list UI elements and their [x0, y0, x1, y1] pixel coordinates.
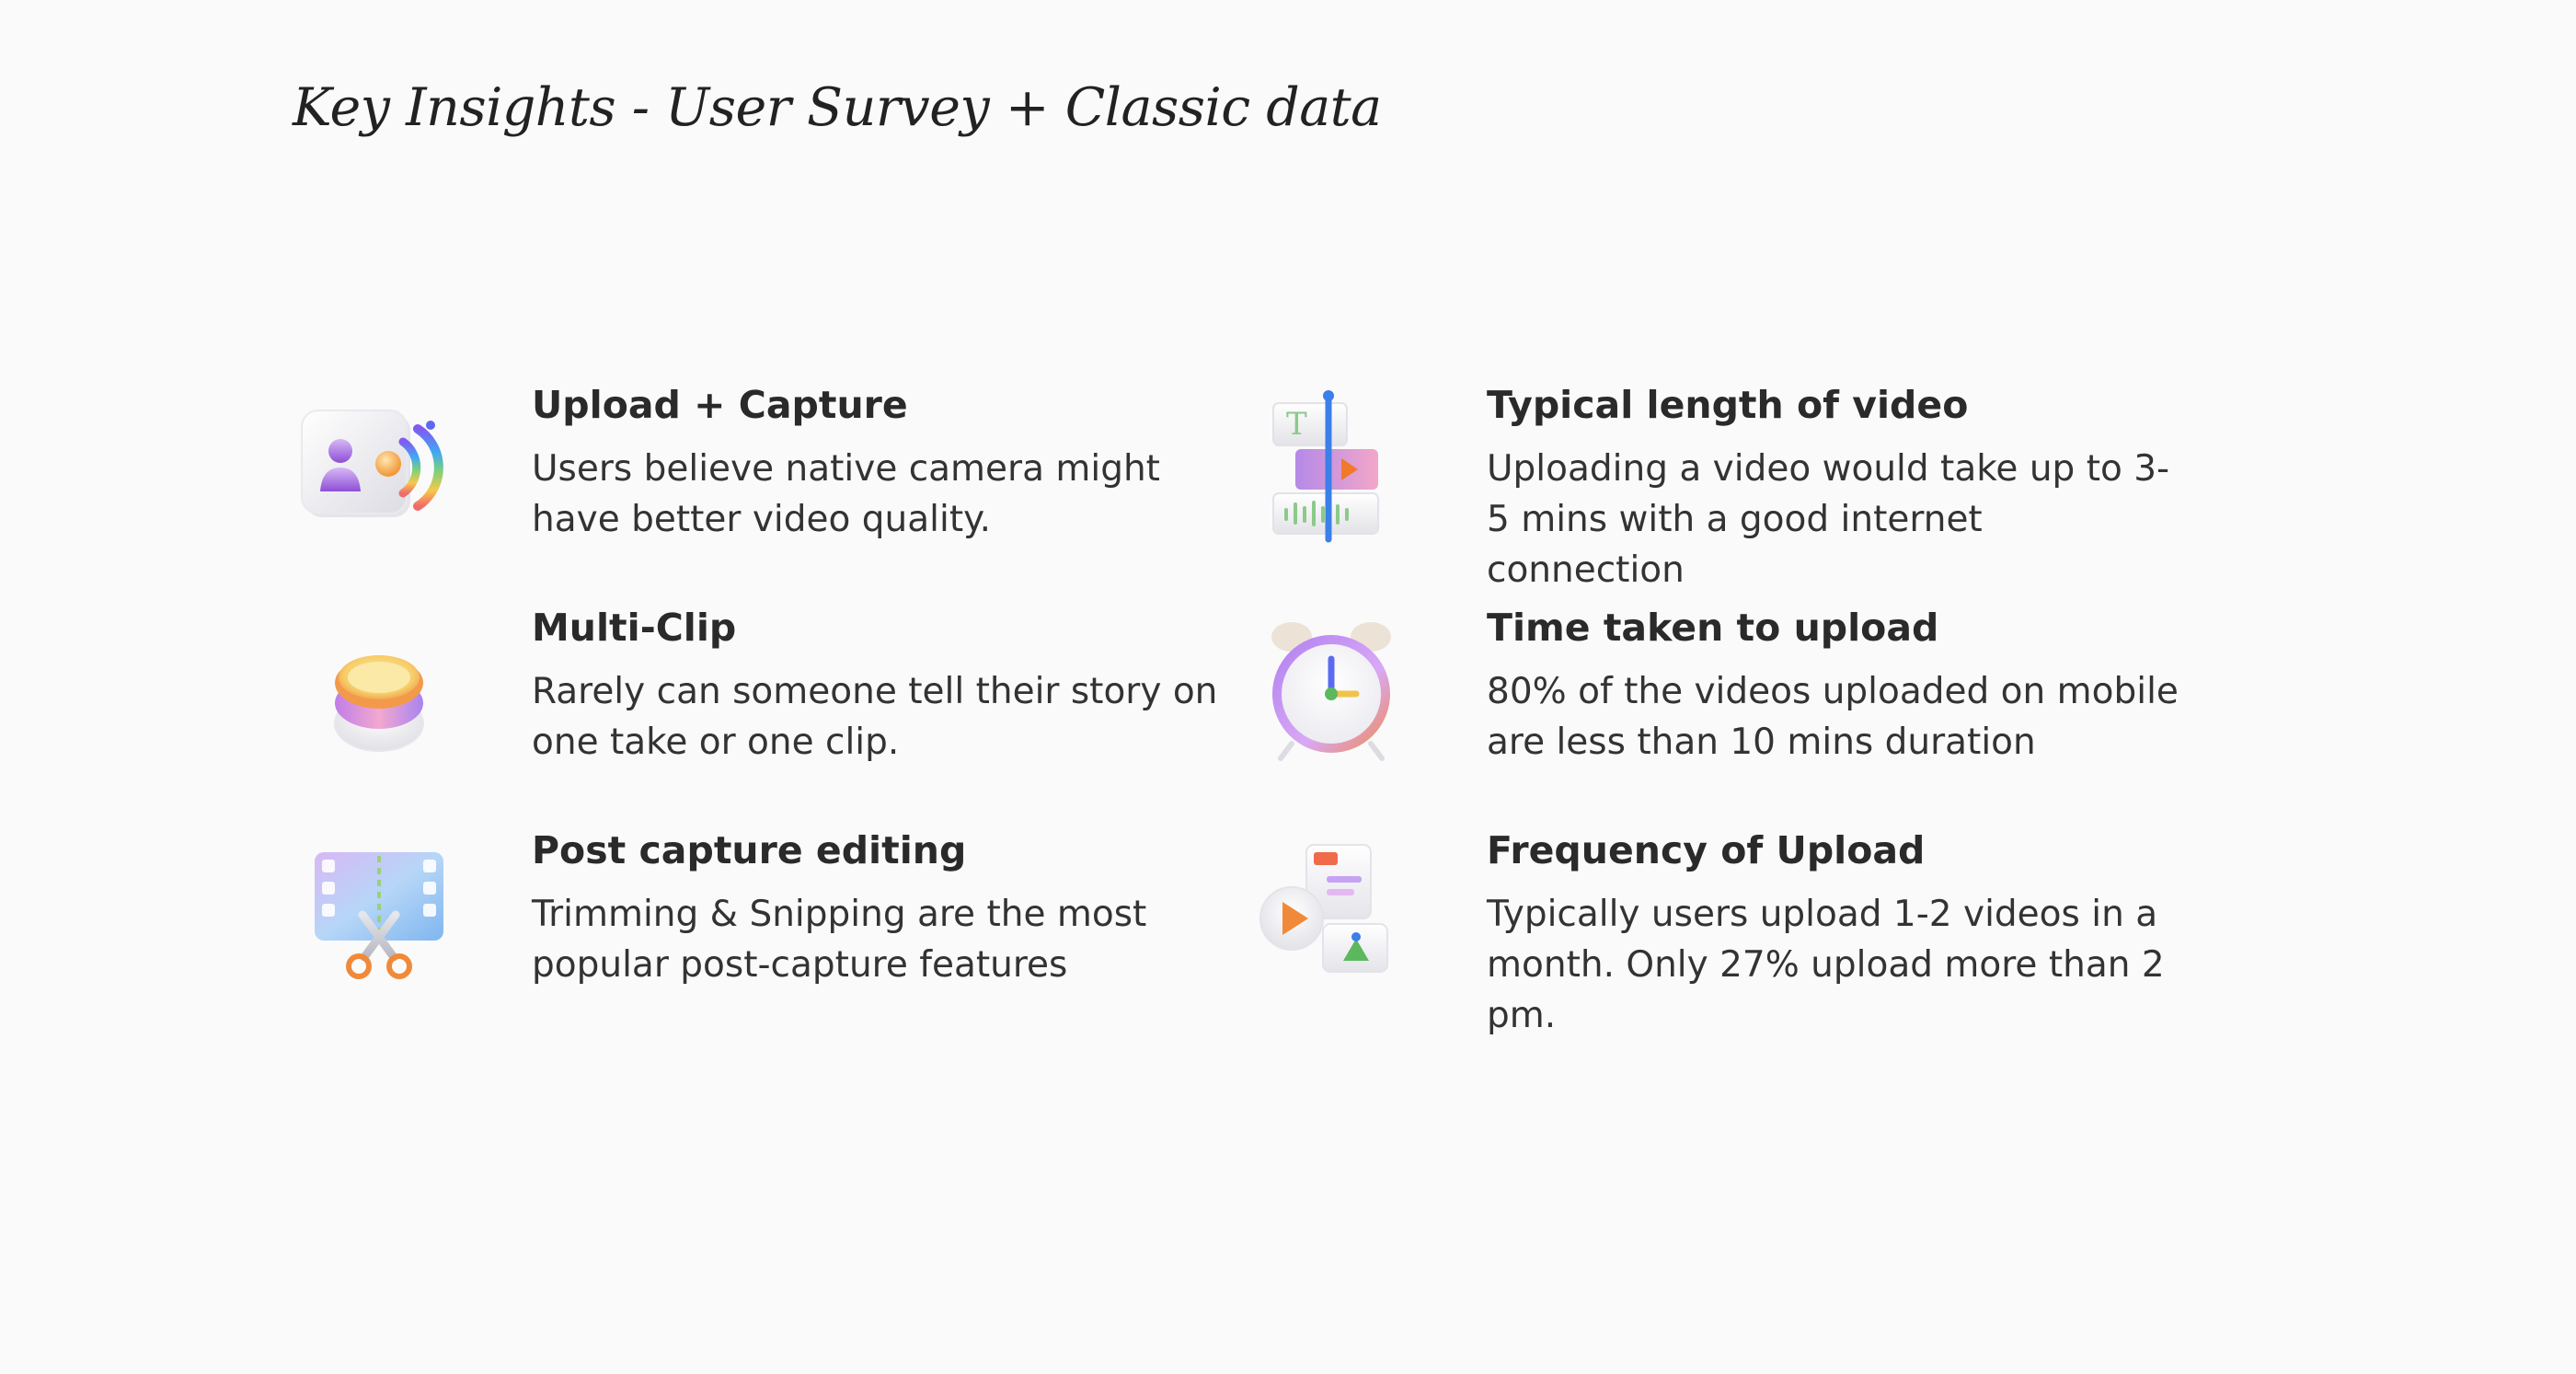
alarm-clock-icon [1249, 606, 1415, 771]
insight-card-frequency: Frequency of Upload Typically users uplo… [1249, 828, 2169, 1036]
media-files-icon [1249, 828, 1415, 994]
insight-title: Typical length of video [1487, 383, 1969, 427]
insight-title: Frequency of Upload [1487, 828, 1926, 872]
page-title: Key Insights - User Survey + Classic dat… [293, 77, 1382, 138]
insight-card-multi-clip: Multi-Clip Rarely can someone tell their… [294, 606, 1217, 790]
svg-text:T: T [1286, 406, 1307, 443]
insight-body: Rarely can someone tell their story on o… [532, 671, 1218, 763]
film-scissors-icon [294, 828, 460, 994]
insight-body: Uploading a video would take up to 3-5 m… [1487, 448, 2170, 591]
insight-card-post-capture: Post capture editing Trimming & Snipping… [294, 828, 1214, 1012]
insight-body: Trimming & Snipping are the most popular… [532, 894, 1147, 986]
insight-title: Time taken to upload [1487, 606, 1939, 650]
insight-title: Multi-Clip [532, 606, 737, 650]
stacked-clips-icon [294, 606, 460, 771]
insight-title: Post capture editing [532, 828, 967, 872]
insight-body: Users believe native camera might have b… [532, 448, 1160, 540]
insight-card-upload-capture: Upload + Capture Users believe native ca… [294, 383, 1214, 567]
insight-title: Upload + Capture [532, 383, 908, 427]
video-timeline-icon: T [1249, 383, 1415, 548]
insight-card-typical-length: T Typical length of video Uploading a vi… [1249, 383, 2169, 591]
camera-upload-icon [294, 383, 460, 548]
insight-body: Typically users upload 1-2 videos in a m… [1487, 894, 2165, 1036]
insight-body: 80% of the videos uploaded on mobile are… [1487, 671, 2179, 763]
insight-card-time-taken: Time taken to upload 80% of the videos u… [1249, 606, 2179, 790]
